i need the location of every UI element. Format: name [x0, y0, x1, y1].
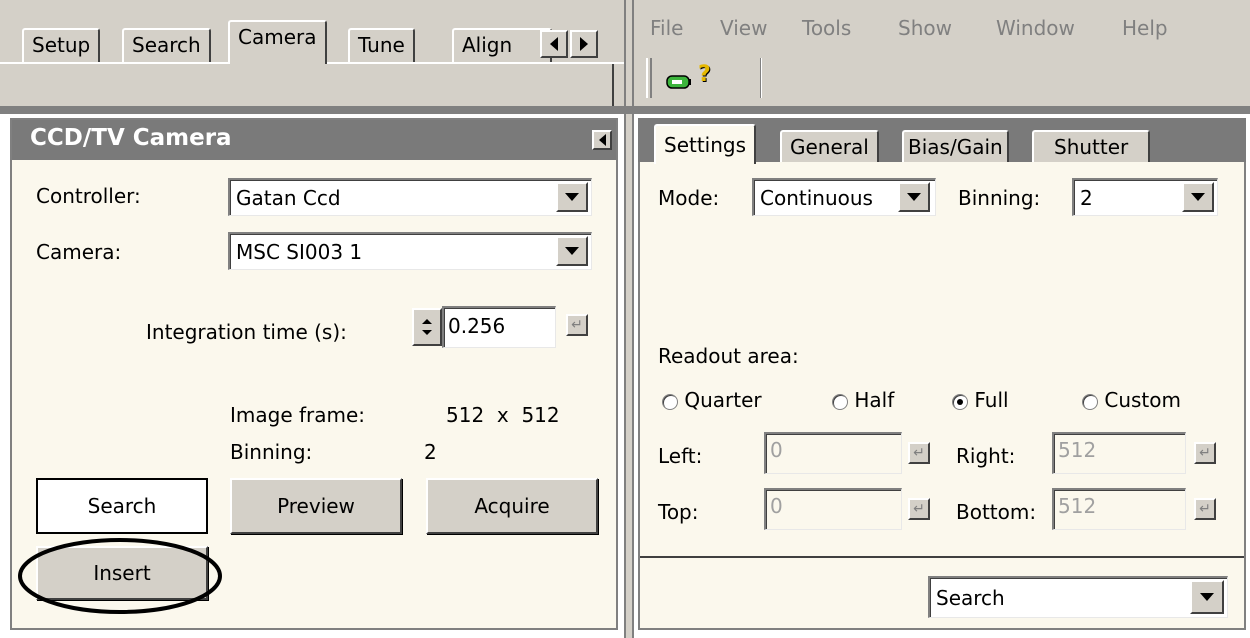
right-label: Right: — [956, 444, 1016, 468]
tab-settings[interactable]: Settings — [654, 124, 757, 164]
settings-binning-dropdown-button[interactable] — [1182, 182, 1214, 212]
search-button[interactable]: Search — [36, 478, 208, 534]
chevron-down-icon — [565, 247, 579, 255]
integration-enter-button[interactable]: ↵ — [566, 314, 588, 336]
integration-time-input[interactable]: 0.256 — [442, 306, 556, 348]
battery-icon[interactable] — [666, 70, 692, 89]
integration-time-label: Integration time (s): — [146, 320, 347, 344]
left-tab-strip: Setup Search Camera Tune Align — [0, 0, 628, 110]
camera-value: MSC SI003 1 — [228, 232, 592, 270]
mode-select[interactable]: Continuous — [752, 178, 936, 216]
tab-setup[interactable]: Setup — [22, 28, 101, 62]
camera-panel-title: CCD/TV Camera — [30, 125, 232, 151]
camera-select[interactable]: MSC SI003 1 — [228, 232, 592, 270]
chevron-down-icon — [1191, 193, 1205, 201]
top-input[interactable]: 0 — [764, 488, 902, 530]
right-enter-button[interactable]: ↵ — [1194, 442, 1216, 464]
horizontal-splitter[interactable] — [0, 106, 1250, 114]
camera-dropdown-button[interactable] — [556, 236, 588, 266]
image-frame-label: Image frame: — [230, 403, 366, 427]
preview-button[interactable]: Preview — [230, 478, 402, 534]
menu-bar: File View Tools Show Window Help — [650, 16, 1210, 46]
chevron-down-icon — [1200, 593, 1214, 601]
menu-help[interactable]: Help — [1122, 16, 1168, 40]
tab-general[interactable]: General — [780, 130, 879, 164]
radio-full[interactable] — [952, 393, 968, 410]
radio-half[interactable] — [832, 393, 848, 410]
arrow-left-icon — [598, 134, 606, 146]
camera-panel-header: CCD/TV Camera — [12, 120, 616, 160]
spinner-up-icon — [422, 319, 432, 324]
menu-window[interactable]: Window — [996, 16, 1075, 40]
toolbar-grip — [646, 58, 652, 98]
top-enter-button[interactable]: ↵ — [908, 498, 930, 520]
right-input[interactable]: 512 — [1052, 432, 1186, 474]
bottom-select-dropdown-button[interactable] — [1190, 580, 1224, 614]
camera-label: Camera: — [36, 240, 122, 264]
binning-label: Binning: — [230, 440, 313, 464]
controller-dropdown-button[interactable] — [556, 182, 588, 212]
acquire-button[interactable]: Acquire — [426, 478, 598, 534]
readout-option-half[interactable]: Half — [832, 388, 894, 412]
image-frame-value: 512 x 512 — [446, 403, 560, 427]
readout-option-custom[interactable]: Custom — [1082, 388, 1181, 412]
chevron-down-icon — [907, 193, 921, 201]
readout-area-label: Readout area: — [658, 344, 799, 368]
help-icon[interactable]: ? — [698, 62, 716, 92]
integration-time-control: 0.256 ↵ — [412, 306, 598, 348]
settings-divider — [640, 556, 1244, 558]
vertical-splitter[interactable] — [624, 0, 634, 638]
controller-value: Gatan Ccd — [228, 178, 592, 216]
settings-binning-select[interactable]: 2 — [1072, 178, 1218, 216]
controller-select[interactable]: Gatan Ccd — [228, 178, 592, 216]
readout-option-full[interactable]: Full — [952, 388, 1009, 412]
radio-quarter[interactable] — [662, 393, 678, 410]
menu-view[interactable]: View — [720, 16, 767, 40]
panel-collapse-button[interactable] — [592, 130, 612, 150]
arrow-left-icon — [550, 37, 558, 51]
tab-search[interactable]: Search — [122, 28, 211, 62]
left-input[interactable]: 0 — [764, 432, 902, 474]
tab-shutter[interactable]: Shutter — [1032, 130, 1151, 164]
tab-tune[interactable]: Tune — [348, 28, 415, 62]
bottom-select-value: Search — [928, 576, 1228, 618]
integration-spinner[interactable] — [412, 308, 442, 346]
left-label: Left: — [658, 444, 703, 468]
bottom-label: Bottom: — [956, 500, 1037, 524]
mode-label: Mode: — [658, 186, 720, 210]
toolbar-separator — [760, 58, 762, 98]
readout-option-quarter[interactable]: Quarter — [662, 388, 762, 412]
controller-label: Controller: — [36, 184, 141, 208]
menu-show[interactable]: Show — [898, 16, 952, 40]
menu-file[interactable]: File — [650, 16, 683, 40]
top-label: Top: — [658, 500, 699, 524]
left-enter-button[interactable]: ↵ — [908, 442, 930, 464]
mode-dropdown-button[interactable] — [898, 182, 930, 212]
tab-camera[interactable]: Camera — [228, 20, 327, 64]
tab-scroll-right-button[interactable] — [570, 30, 598, 58]
bottom-enter-button[interactable]: ↵ — [1194, 498, 1216, 520]
tab-align[interactable]: Align — [452, 28, 552, 62]
radio-custom[interactable] — [1082, 393, 1098, 410]
menu-tools[interactable]: Tools — [802, 16, 851, 40]
bottom-select[interactable]: Search — [928, 576, 1228, 618]
chevron-down-icon — [565, 193, 579, 201]
tab-bias-gain[interactable]: Bias/Gain — [902, 130, 1009, 164]
binning-value: 2 — [424, 440, 437, 464]
settings-binning-label: Binning: — [958, 186, 1041, 210]
spinner-down-icon — [422, 330, 432, 335]
tab-body-right-edge — [612, 64, 614, 106]
bottom-input[interactable]: 512 — [1052, 488, 1186, 530]
tab-scroll-left-button[interactable] — [540, 30, 568, 58]
highlight-ellipse — [18, 538, 222, 614]
toolbar: ? — [646, 56, 776, 102]
arrow-right-icon — [580, 37, 588, 51]
